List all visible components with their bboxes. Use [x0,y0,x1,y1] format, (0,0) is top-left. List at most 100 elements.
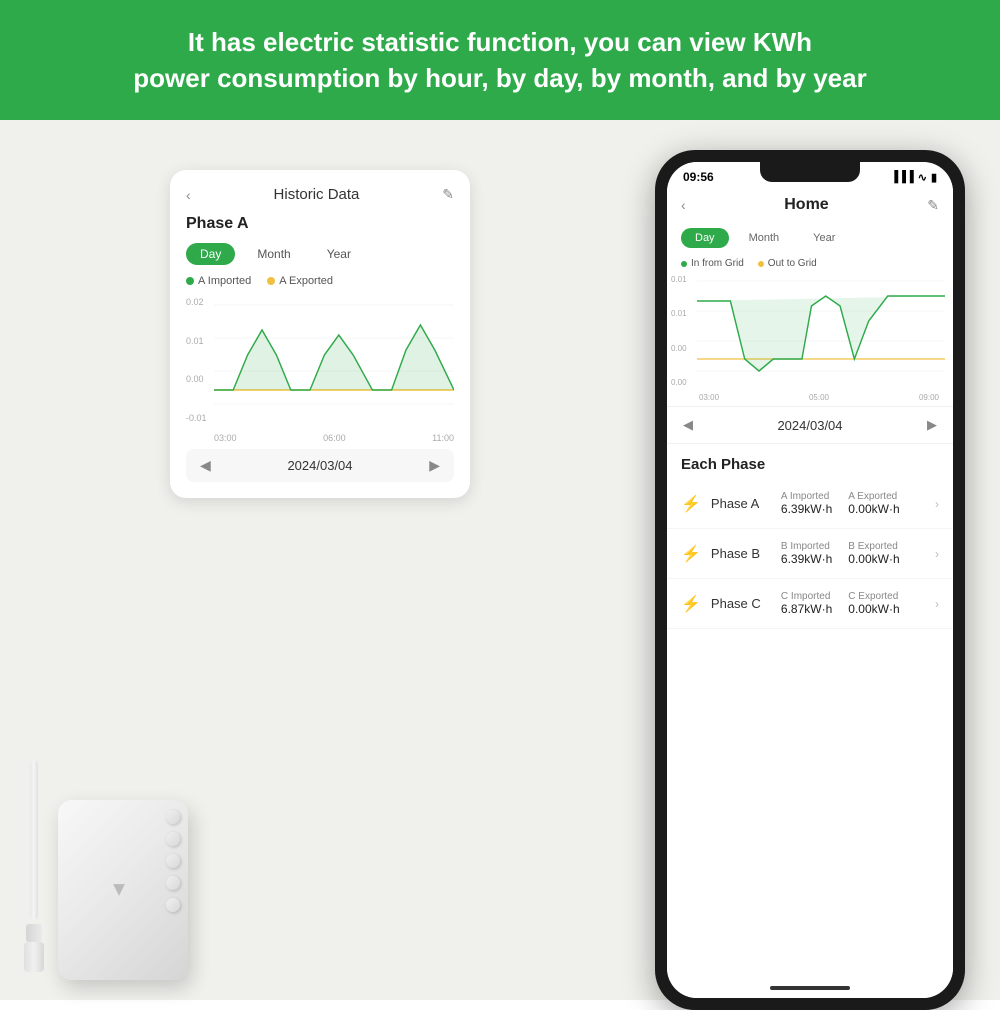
phase-c-exported: C Exported 0.00kW·h [848,591,899,616]
phase-a-imported-label: A Imported [781,491,832,502]
app-legend-out: Out to Grid [758,258,817,269]
left-section: ‹ Historic Data ✎ Phase A Day Month Year… [0,120,620,1000]
phase-b-imported: B Imported 6.39kW·h [781,541,832,566]
app-title: Home [686,196,928,214]
app-legend-out-label: Out to Grid [768,258,817,269]
chart-area: 0.02 0.01 0.00 -0.01 [186,295,454,425]
tab-year[interactable]: Year [313,243,365,265]
x-label-2: 11:00 [432,433,454,443]
tab-day[interactable]: Day [186,243,235,265]
date-nav: ◀ 2024/03/04 ▶ [186,449,454,482]
phase-a-name: Phase A [711,496,771,511]
app-legend: In from Grid Out to Grid [667,254,953,271]
y-label-1: 0.01 [186,336,207,346]
header-line2: power consumption by hour, by day, by mo… [133,63,866,93]
x-labels: 03:00 06:00 11:00 [214,433,454,443]
phase-c-imported-value: 6.87kW·h [781,602,832,616]
battery-icon: ▮ [931,171,937,184]
app-header: ‹ Home ✎ [667,188,953,222]
app-legend-in-label: In from Grid [691,258,744,269]
each-phase-title: Each Phase [667,444,953,479]
phase-b-stats: B Imported 6.39kW·h B Exported 0.00kW·h [781,541,925,566]
phase-row-c[interactable]: ⚡ Phase C C Imported 6.87kW·h C Exported… [667,579,953,629]
phase-c-stats: C Imported 6.87kW·h C Exported 0.00kW·h [781,591,925,616]
phase-a-imported: A Imported 6.39kW·h [781,491,832,516]
card-title: Historic Data [191,186,443,203]
device-logo-icon: ▼ [109,879,129,902]
app-edit-icon[interactable]: ✎ [927,197,939,214]
header-line1: It has electric statistic function, you … [188,27,812,57]
phase-a-exported-value: 0.00kW·h [848,502,899,516]
card-header: ‹ Historic Data ✎ [186,186,454,203]
phase-b-exported-label: B Exported [848,541,899,552]
legend-dot-green [186,277,194,285]
tab-row: Day Month Year [186,243,454,265]
app-next-date[interactable]: ▶ [927,417,937,433]
wifi-icon: ∿ [918,171,927,184]
device-btn-4 [166,876,180,890]
legend-exported: A Exported [267,275,333,287]
phase-a-label: Phase A [186,215,454,233]
smartphone: 09:56 ▐▐▐ ∿ ▮ ‹ Home ✎ [655,150,965,1010]
device-btn-5 [166,898,180,912]
signal-icon: ▐▐▐ [890,171,913,183]
tab-month[interactable]: Month [243,243,304,265]
app-tab-year[interactable]: Year [799,228,849,248]
app-prev-date[interactable]: ◀ [683,417,693,433]
device-btn-2 [166,832,180,846]
hardware-section: ▼ [20,760,188,980]
legend-imported-label: A Imported [198,275,251,287]
right-section: 09:56 ▐▐▐ ∿ ▮ ‹ Home ✎ [620,120,1000,1000]
app-date-nav: ◀ 2024/03/04 ▶ [667,406,953,444]
app-y-label-3: 0.00 [671,378,687,387]
app-tab-day[interactable]: Day [681,228,729,248]
x-label-1: 06:00 [323,433,346,443]
header-text: It has electric statistic function, you … [133,24,866,97]
device-box: ▼ [58,800,188,980]
app-legend-dot-yellow [758,261,764,267]
app-chart-area: 0.01 0.01 0.00 0.00 [667,271,953,391]
phase-row-a[interactable]: ⚡ Phase A A Imported 6.39kW·h A Exported… [667,479,953,529]
phase-b-imported-label: B Imported [781,541,832,552]
app-x-labels: 03:00 05:00 09:00 [667,391,953,406]
phase-c-icon: ⚡ [681,594,701,614]
edit-icon[interactable]: ✎ [442,186,454,203]
prev-date-arrow[interactable]: ◀ [200,457,211,474]
phase-b-exported-value: 0.00kW·h [848,552,899,566]
app-tab-month[interactable]: Month [735,228,794,248]
legend-row: A Imported A Exported [186,275,454,287]
status-icons: ▐▐▐ ∿ ▮ [890,171,937,184]
home-bar [770,986,850,990]
phase-b-arrow: › [935,547,939,561]
device-btn-1 [166,810,180,824]
y-label-0: 0.02 [186,297,207,307]
x-label-0: 03:00 [214,433,237,443]
phase-c-name: Phase C [711,596,771,611]
phase-row-b[interactable]: ⚡ Phase B B Imported 6.39kW·h B Exported… [667,529,953,579]
phase-b-icon: ⚡ [681,544,701,564]
legend-dot-yellow [267,277,275,285]
next-date-arrow[interactable]: ▶ [429,457,440,474]
app-legend-in: In from Grid [681,258,744,269]
phase-c-imported-label: C Imported [781,591,832,602]
notch [760,162,860,182]
phase-a-arrow: › [935,497,939,511]
phase-list: ⚡ Phase A A Imported 6.39kW·h A Exported… [667,479,953,978]
phase-c-exported-value: 0.00kW·h [848,602,899,616]
phase-b-exported: B Exported 0.00kW·h [848,541,899,566]
app-content: ‹ Home ✎ Day Month Year In fro [667,188,953,998]
antenna-stick [30,760,38,920]
home-indicator [667,978,953,998]
header-banner: It has electric statistic function, you … [0,0,1000,120]
main-content: ‹ Historic Data ✎ Phase A Day Month Year… [0,120,1000,1000]
app-y-labels: 0.01 0.01 0.00 0.00 [671,271,687,391]
app-tabs: Day Month Year [667,222,953,254]
app-y-label-1: 0.01 [671,309,687,318]
app-legend-dot-green [681,261,687,267]
app-x-label-2: 09:00 [919,393,939,402]
status-time: 09:56 [683,170,714,184]
historic-data-card: ‹ Historic Data ✎ Phase A Day Month Year… [170,170,470,498]
app-y-label-0: 0.01 [671,275,687,284]
antenna [20,760,48,980]
app-x-label-1: 05:00 [809,393,829,402]
